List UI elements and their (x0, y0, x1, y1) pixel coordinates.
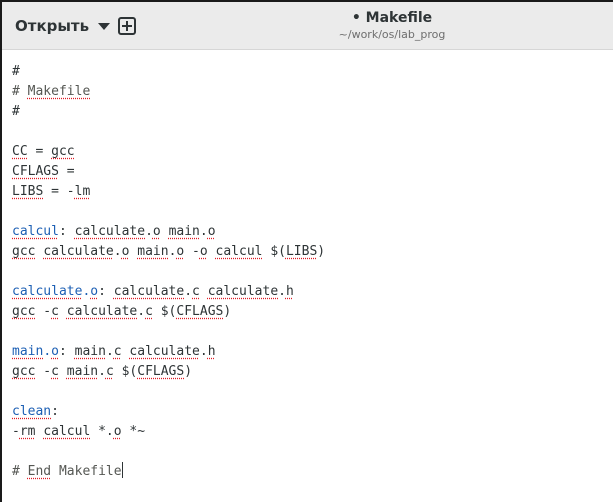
target-calculate: calculate (12, 284, 83, 299)
comment-hash: # (12, 464, 28, 479)
word-o: o (199, 244, 208, 259)
word-calculate: calculate (66, 304, 138, 319)
text-editor-area[interactable]: # # Makefile # CC = gcc CFLAGS = LIBS = -lm ca… (2, 50, 613, 502)
word-calculate: calculate (113, 284, 185, 299)
comment-end: End (27, 464, 52, 479)
word-o: o (207, 224, 216, 239)
word-calculate: calculate (207, 284, 279, 299)
word-libs: LIBS (12, 184, 44, 199)
code-view[interactable]: # # Makefile # CC = gcc CFLAGS = LIBS = -lm ca… (12, 62, 325, 482)
code-line: -rm calcul *.o *~ (12, 424, 146, 439)
document-title-block: • Makefile ~/work/os/lab_prog (292, 8, 492, 42)
word-o: o (152, 224, 161, 239)
open-button-label: Открыть (15, 17, 90, 35)
code-line: # (12, 104, 20, 119)
text-editor-window: Открыть • Makefile ~/work/os/lab_prog # #… (0, 0, 613, 502)
word-c: c (51, 364, 59, 379)
word-cflags: CFLAGS (12, 164, 59, 179)
document-path: ~/work/os/lab_prog (338, 28, 446, 41)
word-c: c (105, 364, 114, 379)
word-calcul: calcul (43, 424, 91, 439)
word-calcul: calcul (215, 244, 263, 259)
word-cflags: CFLAGS (176, 304, 224, 319)
new-tab-icon (118, 17, 136, 35)
word-libs: LIBS (285, 244, 318, 259)
code-line: LIBS = -lm (12, 184, 91, 199)
target-o: o (51, 344, 59, 359)
code-line: main.o: main.c calculate.h (12, 344, 216, 359)
code-line: gcc -c main.c $(CFLAGS) (12, 364, 193, 379)
comment-makefile: Makefile (51, 464, 122, 479)
code-line: clean: (12, 404, 59, 419)
word-calculate: calculate (74, 224, 146, 239)
word-main: main (137, 244, 169, 259)
code-line: gcc calculate.o main.o -o calcul $(LIBS) (12, 244, 326, 259)
code-line: calcul: calculate.o main.o (12, 224, 216, 239)
code-line: # (12, 64, 20, 79)
word-o: o (176, 244, 185, 259)
word-gcc: gcc (12, 364, 36, 379)
word-gcc: gcc (51, 144, 75, 159)
code-line: CFLAGS = (12, 164, 75, 179)
word-c: c (192, 284, 200, 299)
word-main: main (66, 364, 99, 379)
target-main: main (12, 344, 44, 359)
caret-down-icon (98, 23, 111, 30)
word-c: c (145, 304, 153, 319)
code-line: gcc -c calculate.c $(CFLAGS) (12, 304, 232, 319)
text-cursor (121, 462, 123, 478)
word-gcc: gcc (12, 244, 36, 259)
word-c: c (113, 344, 122, 359)
new-tab-button[interactable] (116, 15, 138, 37)
comment-hash: # (12, 84, 28, 99)
window-frame-left (0, 0, 2, 502)
word-cc: CC (12, 144, 28, 159)
word-rm: rm (19, 424, 36, 439)
word-lm: lm (74, 184, 91, 199)
target-clean: clean (12, 404, 52, 419)
word-c: c (51, 304, 59, 319)
header-bar: Открыть • Makefile ~/work/os/lab_prog (2, 2, 613, 50)
word-main: main (168, 224, 200, 239)
target-dot: . (43, 344, 52, 359)
word-main: main (74, 344, 106, 359)
target-calcul: calcul (12, 224, 59, 239)
word-o: o (113, 424, 122, 439)
code-line: # Makefile (12, 82, 325, 102)
document-title: • Makefile (351, 10, 433, 26)
code-line: # End Makefile (12, 462, 325, 482)
window-frame-top (0, 0, 613, 2)
target-o: o (90, 284, 99, 299)
code-line: CC = gcc (12, 144, 75, 159)
word-h: h (207, 344, 216, 359)
word-calculate: calculate (43, 244, 114, 259)
word-o: o (121, 244, 130, 259)
word-calculate: calculate (129, 344, 200, 359)
comment-makefile: Makefile (27, 84, 91, 99)
word-cflags: CFLAGS (137, 364, 185, 379)
word-h: h (285, 284, 294, 299)
code-line: calculate.o: calculate.c calculate.h (12, 284, 294, 299)
word-gcc: gcc (12, 304, 36, 319)
open-button[interactable]: Открыть (8, 9, 117, 43)
